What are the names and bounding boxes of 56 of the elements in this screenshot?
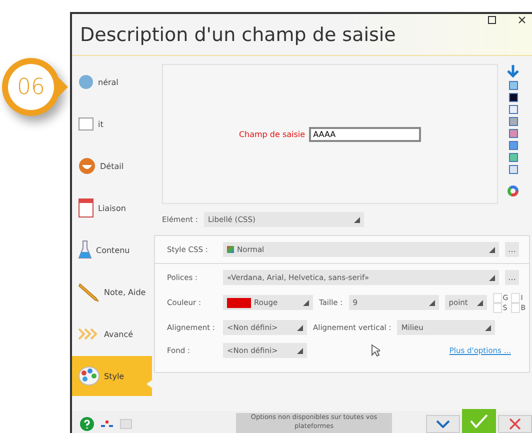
dropdown-arrow-icon [489,274,495,280]
checkbox[interactable] [492,302,502,312]
color-swatch[interactable] [508,93,518,102]
flask-icon [78,240,92,260]
dropdown-arrow-icon [489,246,495,252]
sidebar-item[interactable]: Contenu [72,230,152,270]
dropdown-arrow-icon [354,216,360,222]
ok-button[interactable] [462,409,496,433]
color-swatch[interactable] [508,153,518,162]
dropdown-arrow-icon [297,324,303,330]
dropdown-arrow-icon [303,300,309,306]
globe-icon [78,74,94,90]
checkbox[interactable] [492,292,502,302]
color-wheel-icon[interactable] [507,185,519,197]
color-swatch[interactable] [508,165,518,174]
sidebar-item[interactable]: néral [72,62,152,102]
sidebar-item[interactable]: Liaison [72,188,152,228]
dots-icon[interactable] [100,419,114,429]
window-icon [78,116,94,132]
calendar-icon [78,198,94,218]
window-title: Description d'un champ de saisie [80,24,396,46]
color-swatch[interactable] [508,117,518,126]
sidebar-item[interactable]: it [72,104,152,144]
cancel-button[interactable] [498,415,532,433]
dropdown-arrow-icon [476,300,483,306]
chevron-down-icon [436,420,450,428]
expand-button[interactable] [426,415,460,433]
more-button[interactable]: ... [505,242,519,257]
sidebar-item[interactable]: Note, Aide [72,272,152,312]
down-arrow-icon[interactable] [507,64,519,78]
check-icon [470,414,488,428]
pencil-icon [78,282,100,302]
color-swatch[interactable] [508,129,518,138]
field-label: Champ de saisie [238,130,306,138]
help-icon[interactable] [80,417,94,431]
step-number: 06 [8,64,54,110]
close-icon [509,418,521,430]
mouse-cursor-icon [371,344,380,357]
color-swatch[interactable] [508,141,518,150]
maximize-icon[interactable] [488,16,496,24]
sidebar-item[interactable]: Style [72,356,152,396]
sidebar-item[interactable]: Détail [72,146,152,186]
dropdown-arrow-icon [485,324,492,330]
sidebar-item[interactable]: Avancé [72,314,152,354]
chevrons-icon [78,328,100,340]
dropdown-arrow-icon [428,300,435,306]
color-swatch[interactable] [508,81,518,90]
dropdown-arrow-icon [297,348,303,354]
more-button[interactable]: ... [505,270,519,285]
close-icon[interactable] [518,16,526,24]
palette-icon [78,366,100,386]
checkbox[interactable] [510,292,520,302]
checkbox[interactable] [510,302,520,312]
color-swatch[interactable] [508,105,518,114]
style-icon [227,246,234,253]
text-input[interactable]: AAAA [309,126,422,142]
